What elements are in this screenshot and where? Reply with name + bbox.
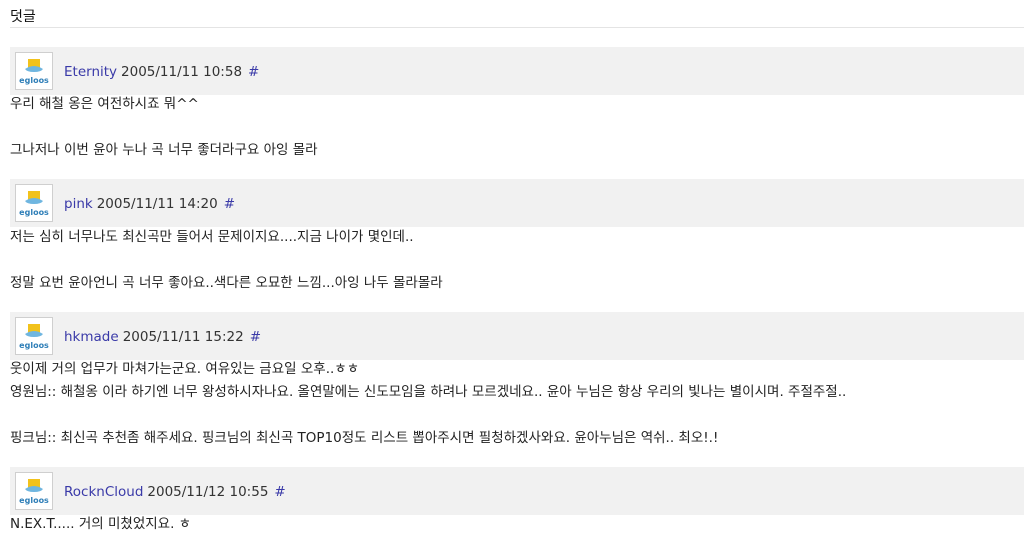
comment-line: 그나저나 이번 윤아 누나 곡 너무 좋더라구요 아잉 몰라 [10,142,318,158]
avatar-text: egloos [19,76,49,85]
comment-line: 핑크님:: 최신곡 추천좀 해주세요. 핑크님의 최신곡 TOP10정도 리스트… [10,430,719,446]
comment-date: 2005/11/11 14:20 [96,196,218,212]
comment-line: 웃이제 거의 업무가 마쳐가는군요. 여유있는 금요일 오후..ㅎㅎ [10,361,360,377]
comment-header: egloos RocknCloud 2005/11/12 10:55 # [10,467,1024,515]
comment-meta: RocknCloud 2005/11/12 10:55 # [64,484,286,500]
comment-line: 저는 심히 너무나도 최신곡만 들어서 문제이지요....지금 나이가 몇인데.… [10,229,414,245]
comment-date: 2005/11/12 10:55 [147,484,269,500]
permalink-link[interactable]: # [248,64,259,80]
comments-section-title: 덧글 [10,9,36,25]
avatar-text: egloos [19,208,49,217]
comment-header: egloos Eternity 2005/11/11 10:58 # [10,47,1024,95]
permalink-link[interactable]: # [250,329,261,345]
comment-header: egloos pink 2005/11/11 14:20 # [10,179,1024,227]
avatar-text: egloos [19,341,49,350]
comment-line: N.EX.T..... 거의 미쳤었지요. ㅎ [10,516,192,532]
permalink-link[interactable]: # [274,484,285,500]
comment-body: 웃이제 거의 업무가 마쳐가는군요. 여유있는 금요일 오후..ㅎㅎ 영원님::… [10,358,1020,450]
comment-line: 우리 해철 옹은 여전하시죠 뭐^^ [10,96,199,112]
comment-meta: pink 2005/11/11 14:20 # [64,196,235,212]
comment-date: 2005/11/11 15:22 [122,329,244,345]
title-divider [10,27,1024,28]
comment-meta: Eternity 2005/11/11 10:58 # [64,64,259,80]
comment-date: 2005/11/11 10:58 [121,64,243,80]
permalink-link[interactable]: # [224,196,235,212]
avatar-text: egloos [19,496,49,505]
comment-line: 정말 요번 윤아언니 곡 너무 좋아요..색다른 오묘한 느낌...아잉 나두 … [10,275,443,291]
author-link[interactable]: hkmade [64,329,119,345]
comment-body: 저는 심히 너무나도 최신곡만 들어서 문제이지요....지금 나이가 몇인데.… [10,226,1020,295]
avatar-icon[interactable]: egloos [15,184,53,222]
comment-meta: hkmade 2005/11/11 15:22 # [64,329,261,345]
author-link[interactable]: pink [64,196,93,212]
comment-body: N.EX.T..... 거의 미쳤었지요. ㅎ [10,513,1020,536]
comment-header: egloos hkmade 2005/11/11 15:22 # [10,312,1024,360]
avatar-icon[interactable]: egloos [15,52,53,90]
comment-line: 영원님:: 해철옹 이라 하기엔 너무 왕성하시자나요. 올연말에는 신도모임을… [10,384,847,400]
author-link[interactable]: RocknCloud [64,484,143,500]
author-link[interactable]: Eternity [64,64,117,80]
avatar-icon[interactable]: egloos [15,472,53,510]
comment-body: 우리 해철 옹은 여전하시죠 뭐^^ 그나저나 이번 윤아 누나 곡 너무 좋더… [10,93,1020,162]
avatar-icon[interactable]: egloos [15,317,53,355]
